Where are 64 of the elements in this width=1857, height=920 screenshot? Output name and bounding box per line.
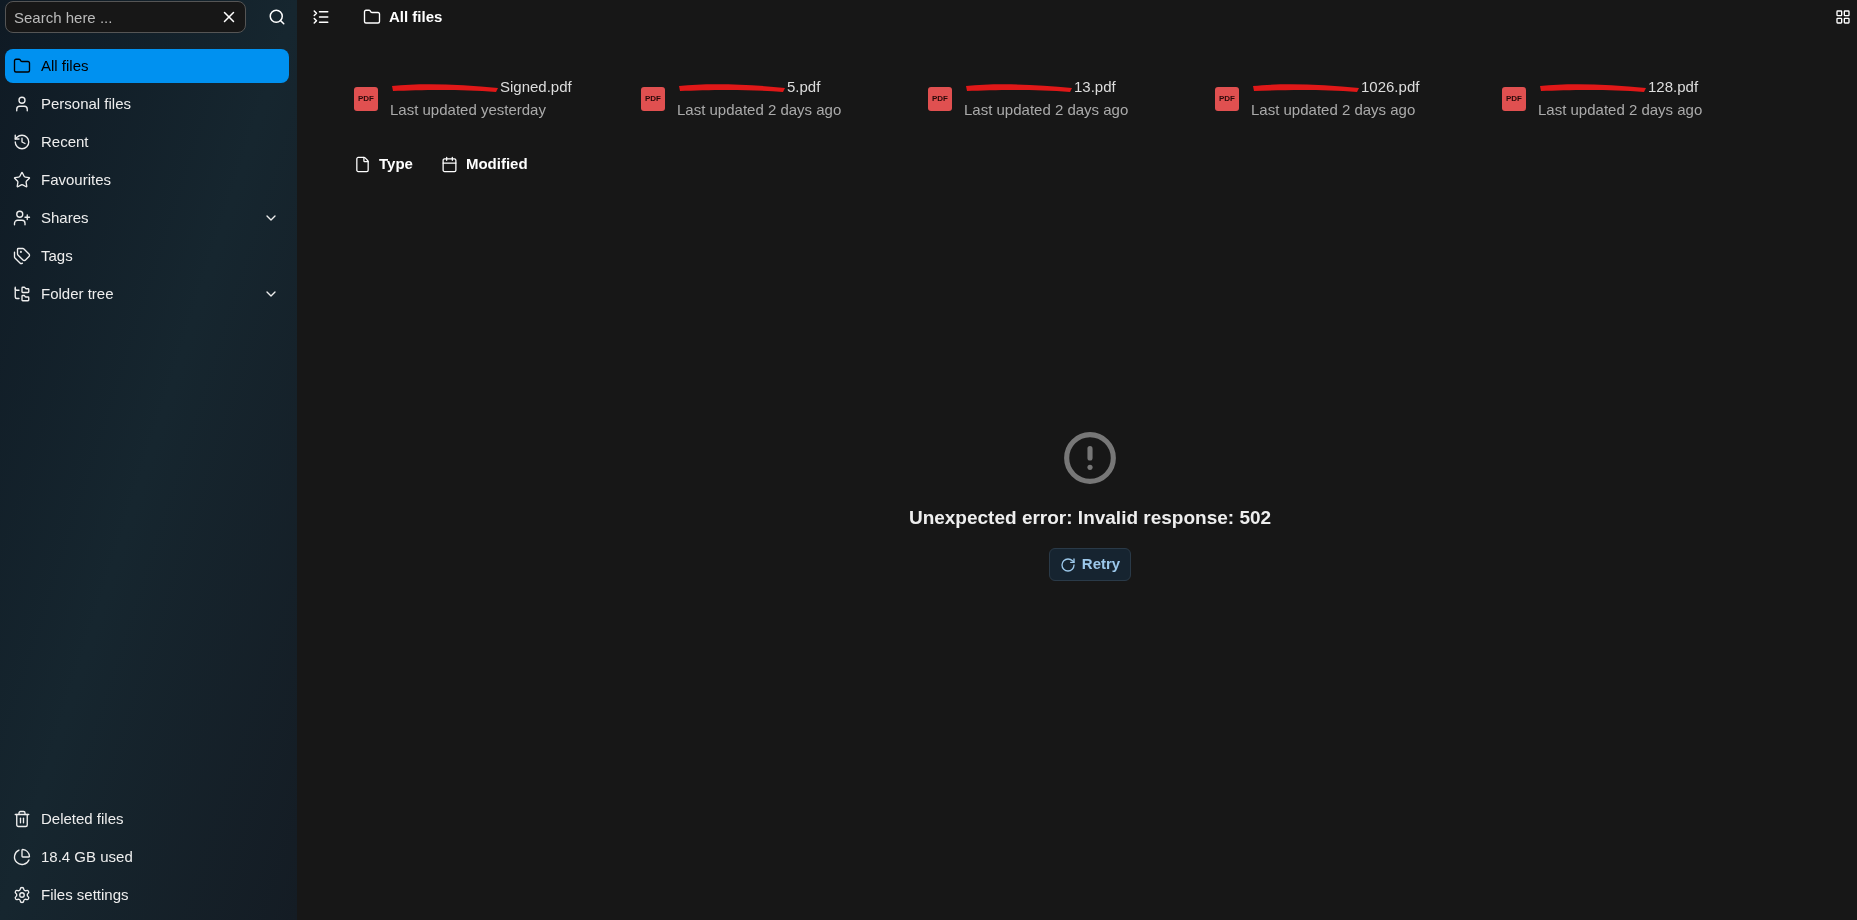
trash-icon: [13, 810, 31, 828]
grid-view-icon[interactable]: [1835, 9, 1851, 25]
search-icon[interactable]: [268, 8, 286, 26]
refresh-icon: [1059, 556, 1076, 573]
recent-file[interactable]: PDF Signed.pdf Last updated yesterday: [354, 76, 641, 121]
recent-file[interactable]: PDF 5.pdf Last updated 2 days ago: [641, 76, 928, 121]
footer-item[interactable]: Files settings: [5, 876, 292, 914]
file-name: 128.pdf: [1648, 77, 1699, 97]
filter-button[interactable]: Modified: [440, 153, 528, 176]
nav-item[interactable]: Folder tree: [5, 277, 289, 311]
nav-label: Personal files: [41, 93, 133, 114]
nav-label: Recent: [41, 131, 90, 152]
footer-label: Deleted files: [41, 808, 124, 829]
file-name: 5.pdf: [787, 77, 821, 97]
calendar-icon: [440, 155, 458, 173]
nav-label: All files: [41, 55, 90, 76]
user-icon: [13, 95, 31, 113]
recent-file[interactable]: PDF 128.pdf Last updated 2 days ago: [1502, 76, 1789, 121]
file-updated: Last updated 2 days ago: [1251, 99, 1417, 120]
file-updated: Last updated 2 days ago: [964, 99, 1129, 120]
file-icon: [354, 155, 371, 173]
filter-button[interactable]: Type: [354, 153, 413, 176]
add-user-icon: [13, 209, 31, 227]
menu-icon[interactable]: [312, 8, 330, 26]
folder-icon: [363, 8, 381, 26]
file-updated: Last updated 2 days ago: [677, 99, 842, 120]
star-icon: [13, 171, 31, 189]
nav-item[interactable]: Tags: [5, 239, 289, 273]
nav-item[interactable]: Personal files: [5, 87, 289, 121]
history-icon: [13, 133, 31, 151]
recent-file[interactable]: PDF 1026.pdf Last updated 2 days ago: [1215, 76, 1502, 121]
recent-file[interactable]: PDF 13.pdf Last updated 2 days ago: [928, 76, 1215, 121]
nav-label: Shares: [41, 207, 90, 228]
footer-item[interactable]: Deleted files: [5, 800, 292, 838]
nav-item[interactable]: Recent: [5, 125, 289, 159]
file-name: 1026.pdf: [1361, 77, 1420, 97]
file-type-badge: PDF: [641, 86, 665, 111]
nav-item[interactable]: Favourites: [5, 163, 289, 197]
file-type-badge: PDF: [1215, 86, 1239, 111]
file-type-badge: PDF: [354, 86, 378, 111]
search-field[interactable]: Search here ...: [5, 1, 246, 33]
settings-icon: [13, 886, 31, 904]
alert-icon: [1062, 429, 1118, 486]
nav-label: Favourites: [41, 169, 113, 190]
retry-button[interactable]: Retry: [1048, 548, 1132, 581]
file-type-badge: PDF: [928, 86, 952, 111]
error-message: Unexpected error: Invalid response: 502: [908, 505, 1272, 530]
nav-label: Folder tree: [41, 283, 115, 304]
footer-label: Files settings: [41, 884, 129, 905]
tags-icon: [13, 247, 31, 265]
file-updated: Last updated 2 days ago: [1538, 99, 1703, 120]
file-name: Signed.pdf: [500, 77, 572, 97]
nav-item[interactable]: All files: [5, 49, 289, 83]
footer-item[interactable]: 18.4 GB used: [5, 838, 292, 876]
nav-item[interactable]: Shares: [5, 201, 289, 235]
folders-icon: [13, 285, 31, 303]
footer-label: 18.4 GB used: [41, 846, 133, 867]
page-title: All files: [389, 6, 443, 27]
file-updated: Last updated yesterday: [390, 99, 547, 120]
file-name: 13.pdf: [1074, 77, 1116, 97]
folder-icon: [13, 57, 31, 75]
nav-label: Tags: [41, 245, 74, 266]
pie-chart-icon: [13, 848, 31, 866]
file-type-badge: PDF: [1502, 86, 1526, 111]
